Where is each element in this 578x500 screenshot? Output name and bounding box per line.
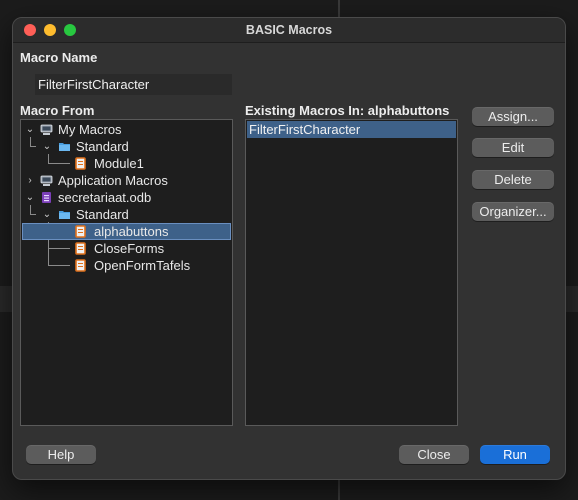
background-divider (338, 0, 340, 17)
tree-item-standard[interactable]: ⌄ Standard (22, 138, 231, 155)
tree-item-label: secretariaat.odb (58, 190, 152, 205)
existing-macros-label: Existing Macros In: alphabuttons (245, 103, 450, 118)
module-icon (75, 225, 86, 238)
basic-macros-dialog: BASIC Macros Macro Name FilterFirstChara… (12, 17, 566, 480)
assign-button[interactable]: Assign... (472, 107, 554, 126)
macro-name-input[interactable]: FilterFirstCharacter (35, 74, 232, 95)
run-button[interactable]: Run (480, 445, 550, 464)
tree-item-label: Module1 (94, 156, 144, 171)
computer-icon (40, 175, 53, 186)
chevron-down-icon[interactable]: ⌄ (42, 138, 52, 155)
tree-item-my-macros[interactable]: ⌄ My Macros (22, 121, 231, 138)
existing-macros-list[interactable]: FilterFirstCharacter (245, 119, 458, 426)
background-window-right (565, 286, 578, 312)
tree-item-application-macros[interactable]: › Application Macros (22, 172, 231, 189)
help-button[interactable]: Help (26, 445, 96, 464)
tree-item-openformtafels[interactable]: OpenFormTafels (22, 257, 231, 274)
list-item[interactable]: FilterFirstCharacter (247, 121, 456, 138)
tree-item-label: Standard (76, 139, 129, 154)
chevron-right-icon[interactable]: › (25, 172, 35, 189)
tree-item-label: Standard (76, 207, 129, 222)
tree-item-secretariaat-odb[interactable]: ⌄ secretariaat.odb (22, 189, 231, 206)
module-icon (75, 157, 86, 170)
module-icon (75, 259, 86, 272)
computer-icon (40, 124, 53, 135)
tree-item-standard[interactable]: ⌄ Standard (22, 206, 231, 223)
tree-item-label: alphabuttons (94, 224, 169, 239)
folder-icon (59, 143, 70, 151)
tree-item-label: CloseForms (94, 241, 165, 256)
tree-item-label: My Macros (58, 122, 122, 137)
tree-item-alphabuttons[interactable]: alphabuttons (22, 223, 231, 240)
chevron-down-icon[interactable]: ⌄ (25, 189, 35, 206)
tree-item-label: OpenFormTafels (94, 258, 191, 273)
title-bar: BASIC Macros (13, 18, 565, 43)
chevron-down-icon[interactable]: ⌄ (25, 121, 35, 138)
macro-library-tree[interactable]: ⌄ My Macros ⌄ Standard Module1 › Applica… (20, 119, 233, 426)
chevron-down-icon[interactable]: ⌄ (42, 206, 52, 223)
tree-item-module1[interactable]: Module1 (22, 155, 231, 172)
folder-icon (59, 211, 70, 219)
tree-item-closeforms[interactable]: CloseForms (22, 240, 231, 257)
macro-from-label: Macro From (20, 103, 95, 118)
delete-button[interactable]: Delete (472, 170, 554, 189)
close-button[interactable]: Close (399, 445, 469, 464)
database-icon (42, 192, 51, 203)
tree-item-label: Application Macros (58, 173, 168, 188)
edit-button[interactable]: Edit (472, 138, 554, 157)
window-title: BASIC Macros (245, 23, 333, 37)
organizer-button[interactable]: Organizer... (472, 202, 554, 221)
background-window-left (0, 286, 12, 312)
macro-name-label: Macro Name (20, 50, 98, 65)
background-divider-bottom (338, 479, 340, 500)
module-icon (75, 242, 86, 255)
